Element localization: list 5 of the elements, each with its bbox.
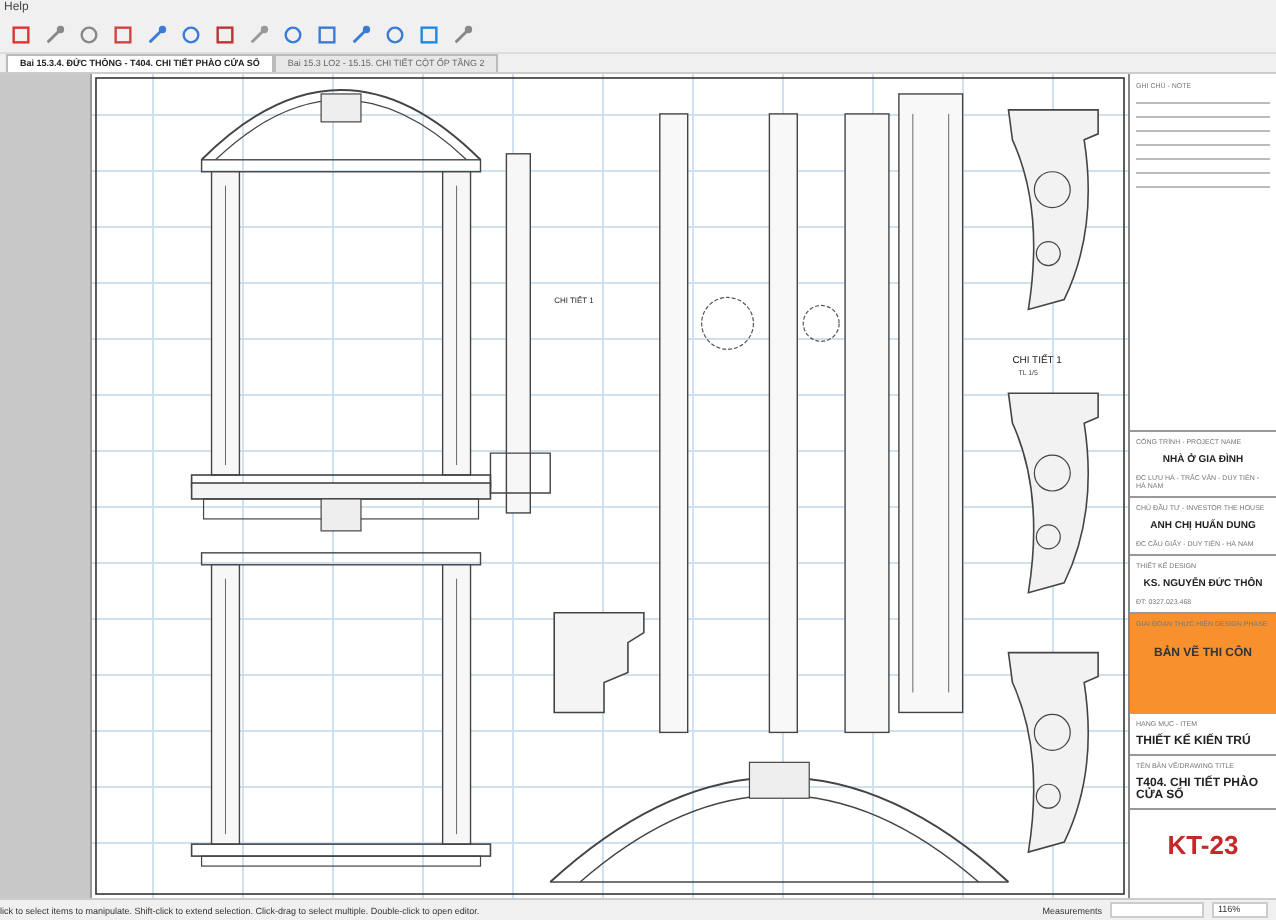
measurements-field[interactable] [1110,902,1204,918]
cornice-profile-drawing [553,611,645,714]
sheet-number: KT-23 [1165,828,1241,864]
detail-circle [701,296,755,350]
detail-circle [802,304,840,342]
